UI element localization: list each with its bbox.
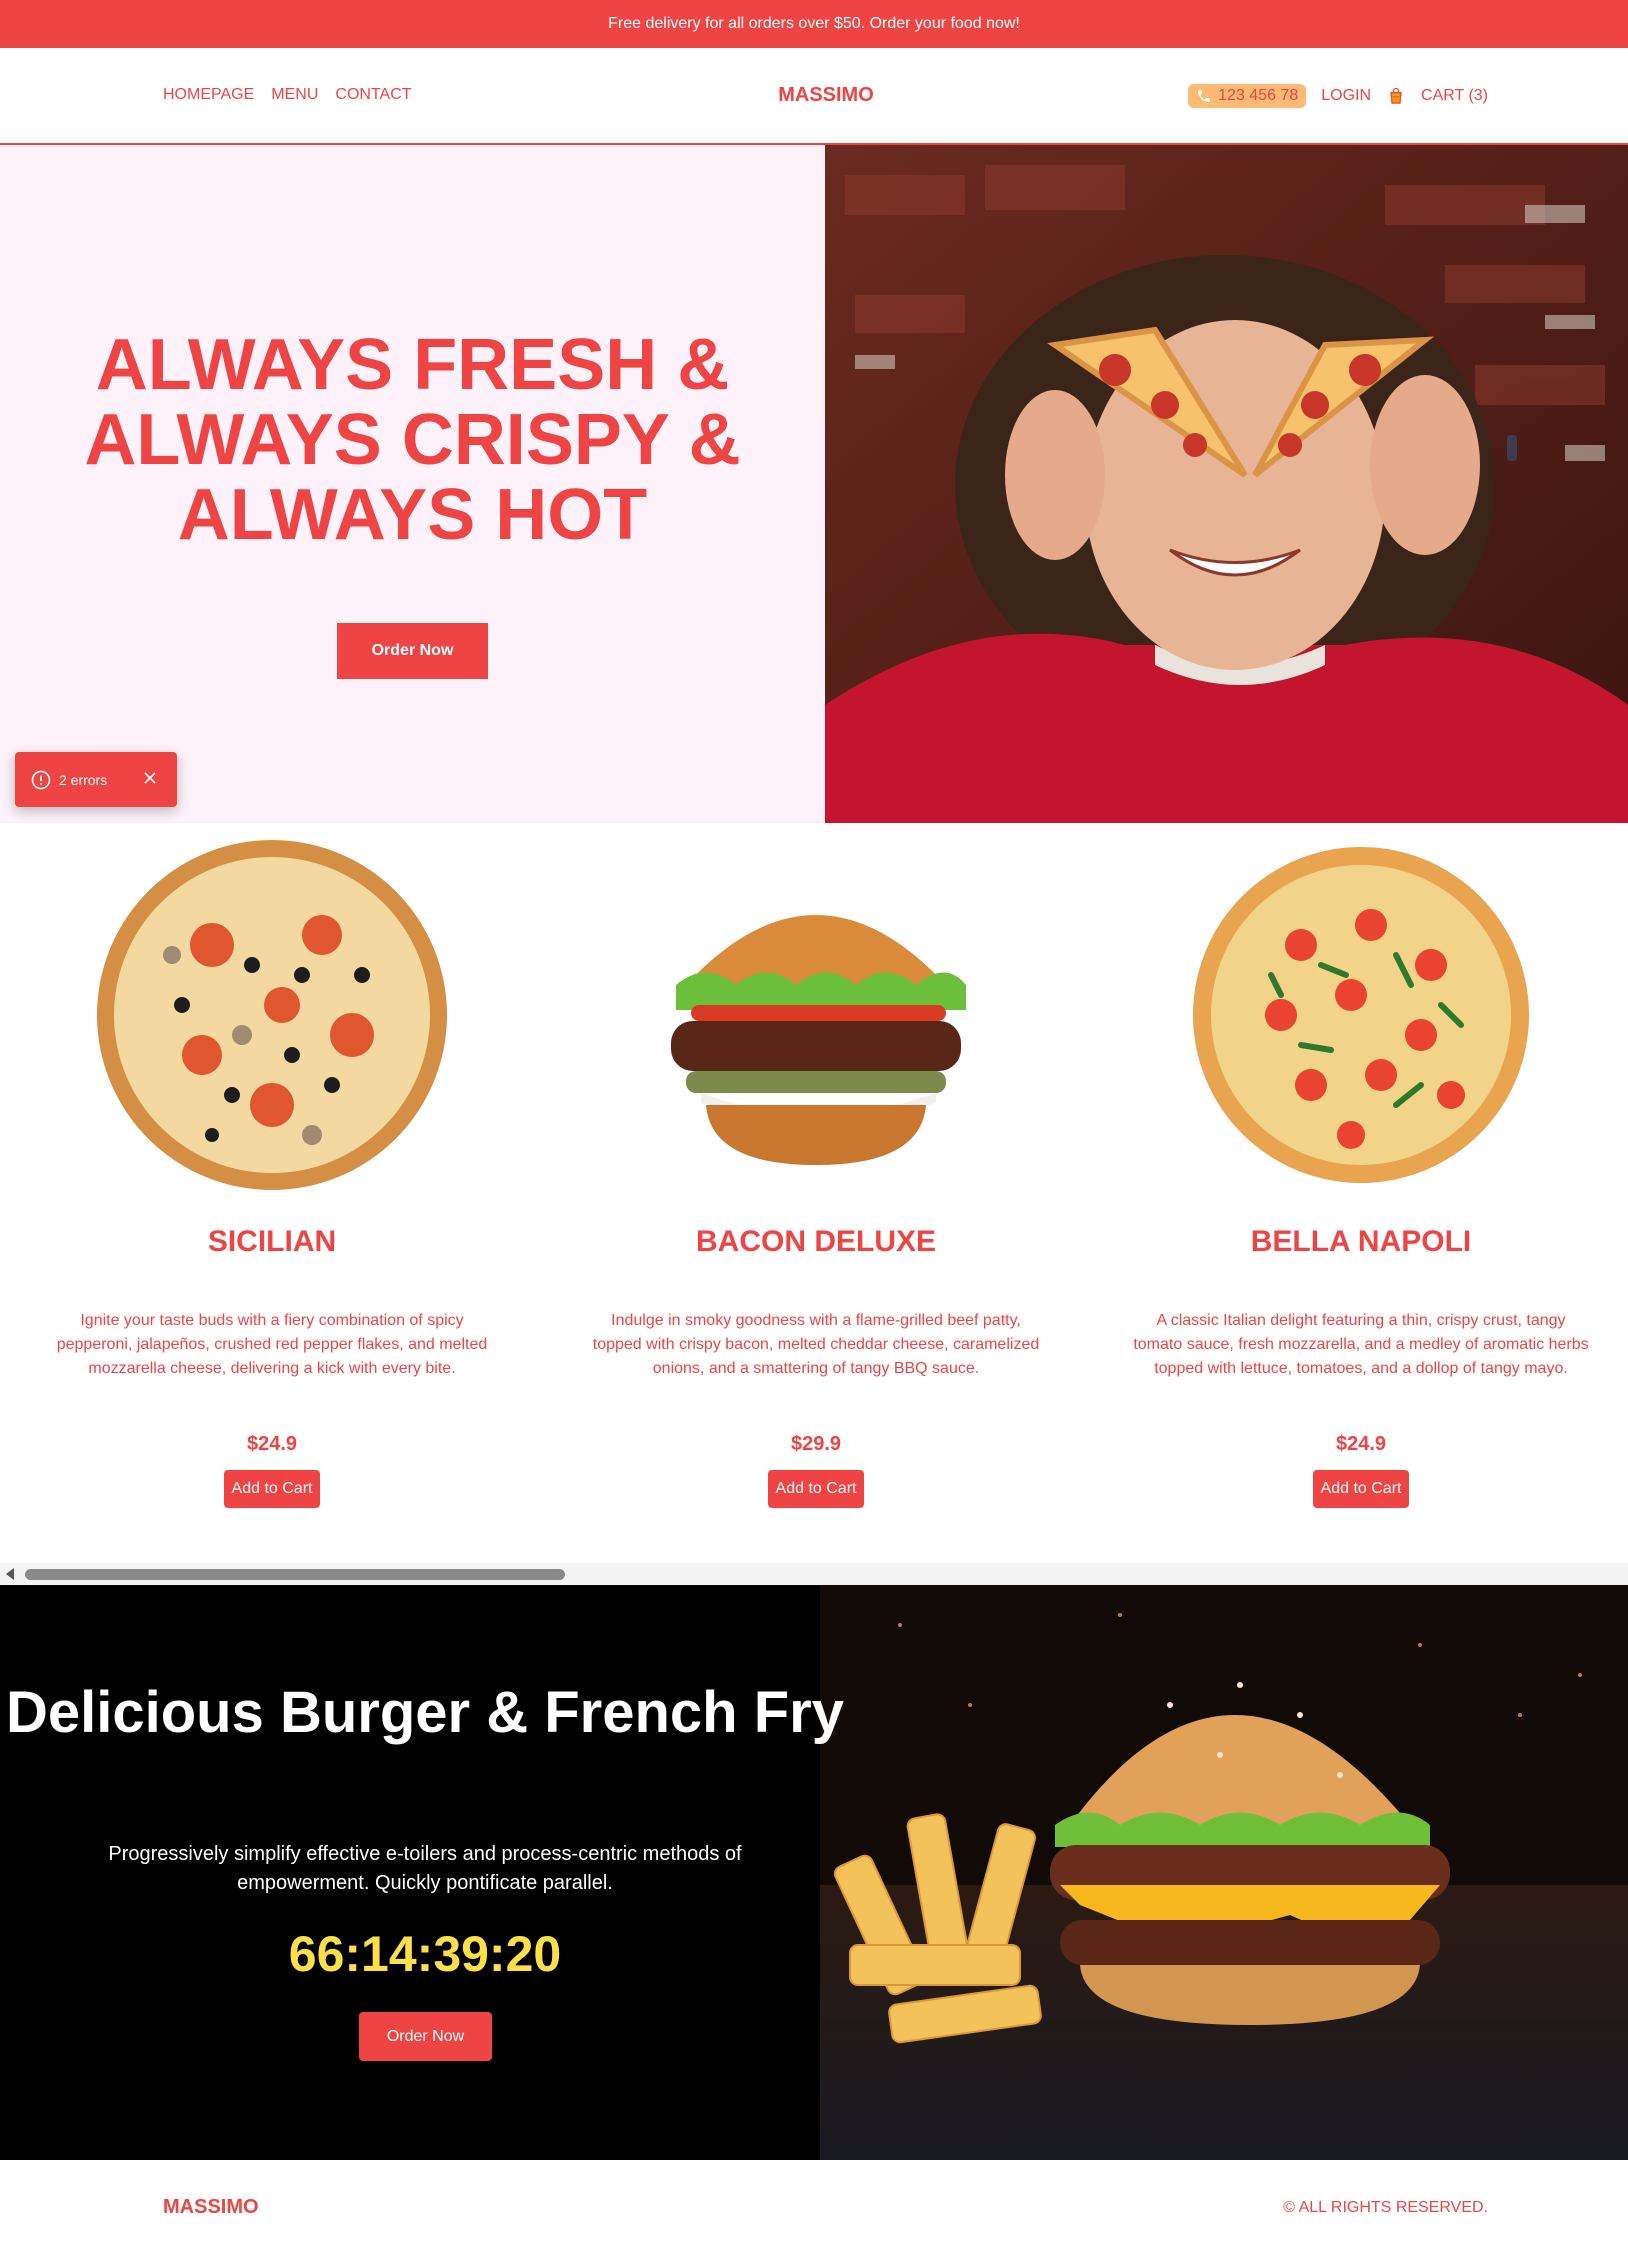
promo-description: Progressively simplify effective e-toile…	[108, 1843, 742, 1894]
product-list: SICILIAN Ignite your taste buds with a f…	[0, 823, 1628, 1563]
cart-link[interactable]: CART (3)	[1421, 87, 1488, 105]
hero-title-line: ALWAYS HOT	[177, 475, 648, 555]
product-name: SICILIAN	[207, 1225, 337, 1258]
announcement-bar: Free delivery for all orders over $50. O…	[0, 0, 1628, 48]
promo-section: Delicious Burger & French Fry Progressiv…	[0, 1585, 1628, 2160]
login-link[interactable]: LOGIN	[1321, 87, 1371, 105]
scroll-thumb[interactable]	[25, 1569, 565, 1580]
hero-order-now-button[interactable]: Order Now	[337, 623, 488, 679]
bacon-deluxe-burger-image	[671, 915, 966, 1165]
add-to-cart-button[interactable]: Add to Cart	[1312, 1470, 1410, 1508]
hero-text-panel: ALWAYS FRESH & ALWAYS CRISPY & ALWAYS HO…	[0, 145, 825, 823]
product-description: Indulge in smoky goodness with a flame-g…	[592, 1312, 1040, 1377]
hero-title-line: ALWAYS FRESH &	[95, 325, 730, 405]
product-description: A classic Italian delight featuring a th…	[1133, 1312, 1589, 1377]
sicilian-pizza-image	[97, 840, 447, 1190]
phone-icon	[1198, 90, 1211, 102]
person-with-pizza-image	[825, 145, 1628, 823]
close-icon[interactable]	[141, 769, 159, 787]
hero-title: ALWAYS FRESH & ALWAYS CRISPY & ALWAYS HO…	[0, 328, 825, 553]
promo-title: Delicious Burger & French Fry	[6, 1680, 844, 1745]
bella-napoli-pizza-image	[1193, 847, 1529, 1183]
phone-badge[interactable]: 123 456 78	[1188, 84, 1307, 108]
hero-section: ALWAYS FRESH & ALWAYS CRISPY & ALWAYS HO…	[0, 145, 1628, 823]
announcement-text: Free delivery for all orders over $50. O…	[608, 15, 1020, 32]
product-card: SICILIAN Ignite your taste buds with a f…	[22, 823, 522, 1508]
hero-title-line: ALWAYS CRISPY &	[84, 400, 741, 480]
product-price: $29.9	[790, 1433, 842, 1455]
product-price: $24.9	[1335, 1433, 1387, 1455]
footer-copyright: © ALL RIGHTS RESERVED.	[1283, 2199, 1488, 2216]
product-name: BELLA NAPOLI	[1250, 1225, 1472, 1258]
phone-number: 123 456 78	[1218, 87, 1299, 104]
nav-right: 123 456 78 LOGIN CART (3)	[1188, 84, 1488, 108]
add-to-cart-button[interactable]: Add to Cart	[223, 1470, 321, 1508]
horizontal-scrollbar[interactable]	[0, 1563, 1628, 1585]
footer: MASSIMO © ALL RIGHTS RESERVED.	[0, 2160, 1628, 2257]
countdown-timer: 66:14:39:20	[288, 1926, 562, 1982]
shopping-bag-icon[interactable]	[1386, 86, 1406, 106]
promo-order-now-button[interactable]: Order Now	[359, 2012, 492, 2061]
product-name: BACON DELUXE	[695, 1225, 936, 1258]
product-card: BELLA NAPOLI A classic Italian delight f…	[1111, 823, 1611, 1508]
errors-count: 2 errors	[59, 771, 108, 788]
product-price: $24.9	[246, 1433, 298, 1455]
product-card: BACON DELUXE Indulge in smoky goodness w…	[566, 823, 1066, 1508]
errors-toast[interactable]: 2 errors	[15, 752, 177, 807]
add-to-cart-button[interactable]: Add to Cart	[767, 1470, 865, 1508]
product-description: Ignite your taste buds with a fiery comb…	[56, 1312, 488, 1377]
alert-circle-icon	[31, 770, 51, 789]
burger-and-fries-image	[820, 1585, 1628, 2160]
footer-brand[interactable]: MASSIMO	[163, 2196, 259, 2219]
hero-photo	[825, 145, 1628, 823]
scroll-left-arrow-icon[interactable]	[6, 1568, 14, 1580]
main-nav: HOMEPAGE MENU CONTACT MASSIMO 123 456 78…	[0, 48, 1628, 145]
